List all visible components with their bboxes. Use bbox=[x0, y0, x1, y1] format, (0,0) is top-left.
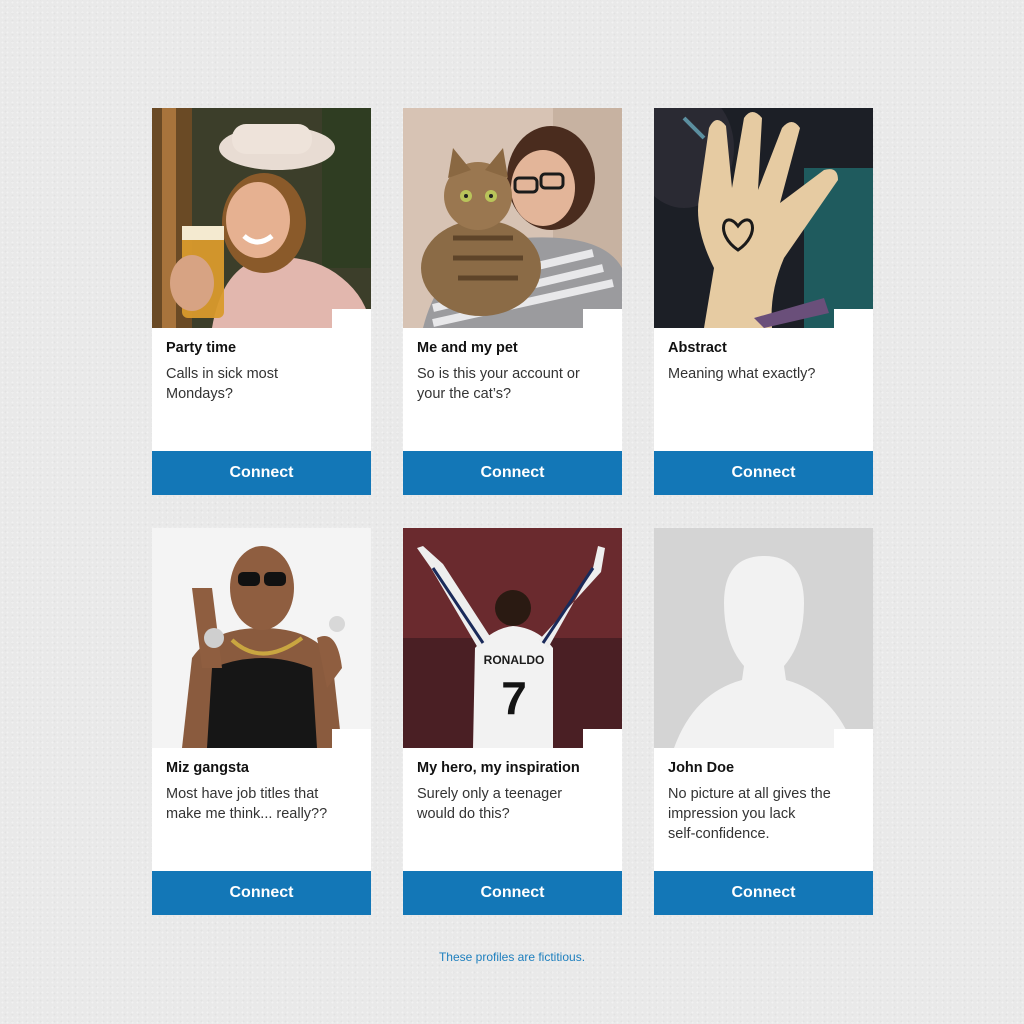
connect-button[interactable]: Connect bbox=[654, 451, 873, 495]
woman-with-cat-photo[interactable] bbox=[403, 108, 622, 328]
photo-corner-notch bbox=[332, 729, 371, 749]
profile-description: No picture at all gives the impression y… bbox=[668, 786, 831, 842]
profile-card: Party time Calls in sick most Mondays? C… bbox=[152, 108, 371, 495]
photo-corner-notch bbox=[583, 729, 622, 749]
photo-corner-notch bbox=[583, 309, 622, 329]
man-with-sunglasses-photo[interactable] bbox=[152, 528, 371, 748]
jersey-name: RONALDO bbox=[484, 653, 545, 667]
profile-description: Most have job titles that make me think.… bbox=[166, 786, 328, 822]
connect-button[interactable]: Connect bbox=[152, 451, 371, 495]
profile-title: Me and my pet bbox=[417, 340, 518, 356]
profile-card: Miz gangsta Most have job titles that ma… bbox=[152, 528, 371, 915]
photo-corner-notch bbox=[834, 309, 873, 329]
profile-description: Calls in sick most Mondays? bbox=[166, 366, 278, 402]
photo-corner-notch bbox=[332, 309, 371, 329]
woman-with-beer-photo[interactable] bbox=[152, 108, 371, 328]
jersey-number: 7 bbox=[501, 672, 527, 724]
connect-button[interactable]: Connect bbox=[654, 871, 873, 915]
profile-title: Party time bbox=[166, 340, 237, 356]
profile-description: So is this your account or your the cat’… bbox=[417, 366, 580, 402]
default-avatar-silhouette[interactable] bbox=[654, 528, 873, 748]
profile-description: Meaning what exactly? bbox=[668, 366, 816, 382]
hand-with-heart-photo[interactable] bbox=[654, 108, 873, 328]
profile-card: John Doe No picture at all gives the imp… bbox=[654, 528, 873, 915]
profile-title: Abstract bbox=[668, 340, 727, 356]
profile-title: My hero, my inspiration bbox=[417, 760, 580, 776]
profile-title: Miz gangsta bbox=[166, 760, 249, 776]
connect-button[interactable]: Connect bbox=[403, 451, 622, 495]
profile-description: Surely only a teenager would do this? bbox=[417, 786, 563, 822]
connect-button[interactable]: Connect bbox=[403, 871, 622, 915]
disclaimer-footnote: These profiles are fictitious. bbox=[438, 950, 586, 964]
photo-corner-notch bbox=[834, 729, 873, 749]
profile-card: Me and my pet So is this your account or… bbox=[403, 108, 622, 495]
football-player-photo[interactable]: RONALDO 7 bbox=[403, 528, 622, 748]
connect-button[interactable]: Connect bbox=[152, 871, 371, 915]
profile-card: Abstract Meaning what exactly? Connect bbox=[654, 108, 873, 495]
profile-title: John Doe bbox=[668, 760, 735, 776]
profile-card: RONALDO 7 My hero, my inspiration Surely… bbox=[403, 528, 622, 915]
